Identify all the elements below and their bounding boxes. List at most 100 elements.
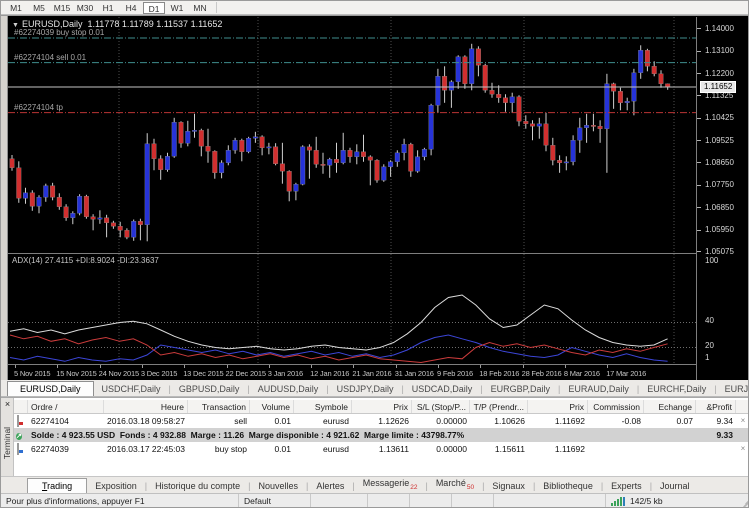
order-row-62274104[interactable]: 622741042016.03.18 09:58:27sell0.01eurus… <box>14 414 749 428</box>
timeframe-button-M30[interactable]: M30 <box>74 2 96 14</box>
timeframe-button-M15[interactable]: M15 <box>51 2 73 14</box>
terminal-tab-bibliotheque[interactable]: Bibliotheque <box>535 479 601 493</box>
timeframe-button-H1[interactable]: H1 <box>97 2 119 14</box>
terminal-tab-experts[interactable]: Experts <box>603 479 650 493</box>
price-axis-label: 1.14000 <box>705 24 734 33</box>
status-cell-3 <box>410 494 452 508</box>
price-axis-label: 1.12200 <box>705 69 734 78</box>
date-axis-label: 22 Dec 2015 <box>226 369 266 378</box>
date-axis-label: 18 Feb 2016 <box>479 369 519 378</box>
terminal-tab-messagerie[interactable]: Messagerie22 <box>355 476 426 493</box>
chart-left-edge <box>1 16 8 381</box>
date-tick <box>480 365 481 368</box>
date-tick <box>438 365 439 368</box>
order-cell: 0.01 <box>250 414 294 428</box>
close-order-icon[interactable]: × <box>736 414 749 428</box>
adx-axis-label: 100 <box>705 256 718 265</box>
chart-tab-eurusddaily[interactable]: EURUSD,Daily <box>7 381 94 396</box>
timeframe-button-MN[interactable]: MN <box>189 2 211 14</box>
chart-tab-audusddaily[interactable]: AUDUSD,Daily <box>250 382 327 396</box>
column-header-symbole[interactable]: Symbole <box>294 400 352 413</box>
status-network: 142/5 kb <box>606 494 736 508</box>
status-cell-5 <box>494 494 606 508</box>
timeframe-button-D1[interactable]: D1 <box>143 2 165 14</box>
status-cell-2 <box>368 494 410 508</box>
price-axis-label: 1.07750 <box>705 180 734 189</box>
chart-tab-eurauddaily[interactable]: EURAUD,Daily <box>560 382 637 396</box>
price-axis-label: 1.13100 <box>705 46 734 55</box>
column-header-transaction[interactable]: Transaction <box>188 400 250 413</box>
adx-axis-label: 1 <box>705 353 709 362</box>
order-cell: 1.15611 <box>470 442 528 456</box>
order-cell: 2016.03.18 09:58:27 <box>104 414 188 428</box>
price-tick <box>697 118 701 119</box>
terminal-tab-journal[interactable]: Journal <box>652 479 698 493</box>
price-chart-plot[interactable]: ▼EURUSD,Daily 1.11778 1.11789 1.11537 1.… <box>8 17 696 253</box>
column-header-prix[interactable]: Prix <box>528 400 588 413</box>
order-line-label-0[interactable]: #62274039 buy stop 0.01 <box>14 28 104 37</box>
terminal-tab-exposition[interactable]: Exposition <box>87 479 145 493</box>
price-tick <box>697 73 701 74</box>
order-cell: sell <box>188 414 250 428</box>
chart-tab-eurjpydaily[interactable]: EURJPY,Daily <box>717 382 749 396</box>
chart-tab-eurchfdaily[interactable]: EURCHF,Daily <box>639 382 714 396</box>
balance-icon: ↗ <box>14 428 28 442</box>
close-order-icon[interactable]: × <box>736 442 749 456</box>
price-tick <box>697 185 701 186</box>
column-header-commission[interactable]: Commission <box>588 400 644 413</box>
order-line-label-1[interactable]: #62274104 sell 0.01 <box>14 53 86 62</box>
timeframe-toolbar: M1M5M15M30H1H4D1W1MN <box>1 1 749 15</box>
date-axis-label: 3 Dec 2015 <box>141 369 177 378</box>
column-header-slstopp[interactable]: S/L (Stop/P... <box>412 400 470 413</box>
column-header-prix[interactable]: Prix <box>352 400 412 413</box>
chart-tab-usdchfdaily[interactable]: USDCHF,Daily <box>94 382 169 396</box>
balance-profit-value: 9.33 <box>696 428 736 442</box>
order-cell: eurusd <box>294 414 352 428</box>
date-tick <box>311 365 312 368</box>
date-axis-label: 9 Feb 2016 <box>437 369 473 378</box>
network-traffic-text: 142/5 kb <box>630 494 663 508</box>
terminal-tab-historiqueducompte[interactable]: Historique du compte <box>147 479 248 493</box>
toolbar-separator <box>216 2 217 13</box>
timeframe-button-W1[interactable]: W1 <box>166 2 188 14</box>
terminal-tab-march[interactable]: Marché50 <box>428 476 482 493</box>
adx-indicator-panel[interactable]: ADX(14) 27.4115 +DI:8.9024 -DI:23.3637 <box>8 254 696 364</box>
chart-tab-usdcaddaily[interactable]: USDCAD,Daily <box>404 382 481 396</box>
status-profile: Default <box>239 494 311 508</box>
price-axis-label: 1.10425 <box>705 113 734 122</box>
balance-row[interactable]: ↗Solde : 4 923.55 USD Fonds : 4 932.88 M… <box>14 428 749 442</box>
terminal-tab-alertes[interactable]: Alertes <box>308 479 352 493</box>
order-cell: -0.08 <box>588 414 644 428</box>
date-tick <box>100 365 101 368</box>
terminal-tab-trading[interactable]: Trading <box>27 478 87 493</box>
terminal-tab-nouvelles[interactable]: Nouvelles <box>250 479 306 493</box>
balance-close-spacer <box>736 428 749 442</box>
timeframe-button-M1[interactable]: M1 <box>5 2 27 14</box>
chart-tab-gbpusddaily[interactable]: GBPUSD,Daily <box>171 382 248 396</box>
column-header-tpprendr[interactable]: T/P (Prendr... <box>470 400 528 413</box>
date-axis-label: 3 Jan 2016 <box>268 369 303 378</box>
status-bar: Pour plus d'informations, appuyer F1 Def… <box>1 493 749 508</box>
terminal-tab-signaux[interactable]: Signaux <box>484 479 533 493</box>
date-tick <box>523 365 524 368</box>
resize-grip[interactable] <box>738 495 749 508</box>
terminal-close-icon[interactable]: × <box>2 399 13 410</box>
column-header-volume[interactable]: Volume <box>250 400 294 413</box>
orders-table-header: Ordre /HeureTransactionVolumeSymbolePrix… <box>14 400 749 414</box>
column-header-ordre[interactable]: Ordre / <box>28 400 104 413</box>
chart-tab-usdjpydaily[interactable]: USDJPY,Daily <box>329 382 402 396</box>
chart-tab-eurgbpdaily[interactable]: EURGBP,Daily <box>483 382 558 396</box>
order-row-62274039[interactable]: 622740392016.03.17 22:45:03buy stop0.01e… <box>14 442 749 456</box>
order-line-label-2[interactable]: #62274104 tp <box>14 103 63 112</box>
timeframe-button-H4[interactable]: H4 <box>120 2 142 14</box>
price-tick <box>697 51 701 52</box>
date-axis-label: 28 Feb 2016 <box>522 369 562 378</box>
date-tick <box>57 365 58 368</box>
column-header-echange[interactable]: Echange <box>644 400 696 413</box>
date-axis[interactable]: 5 Nov 201515 Nov 201524 Nov 20153 Dec 20… <box>8 365 696 381</box>
column-header-heure[interactable]: Heure <box>104 400 188 413</box>
price-axis[interactable]: 1.140001.131001.122001.113251.104251.095… <box>696 17 749 381</box>
order-cell: 0.00000 <box>412 414 470 428</box>
column-header-profit[interactable]: &Profit <box>696 400 736 413</box>
timeframe-button-M5[interactable]: M5 <box>28 2 50 14</box>
